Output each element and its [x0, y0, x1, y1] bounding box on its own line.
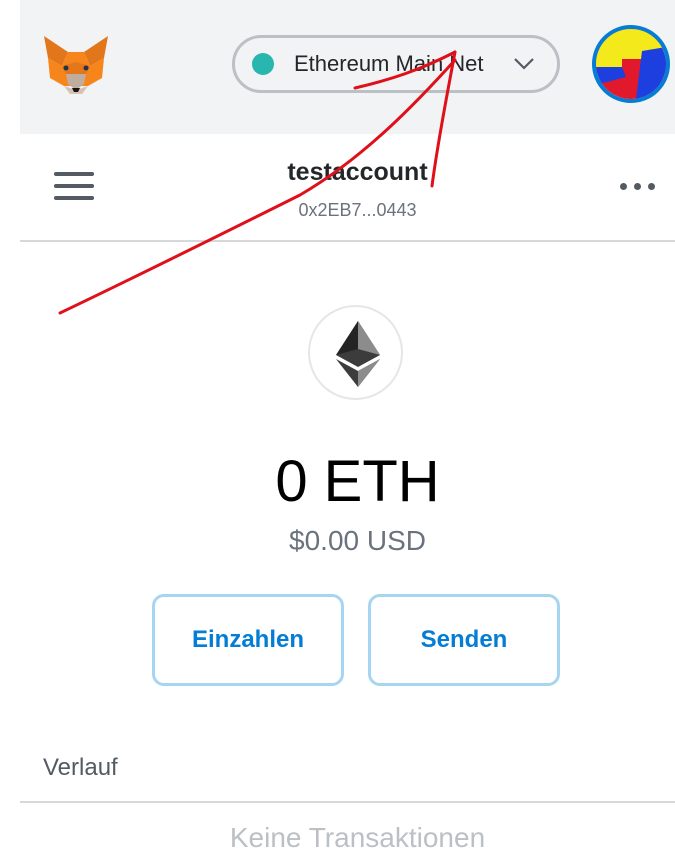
usd-balance: $0.00 USD [289, 525, 426, 556]
account-address[interactable]: 0x2EB7...0443 [0, 200, 675, 221]
header-divider [20, 240, 675, 242]
more-options-icon[interactable] [620, 183, 655, 190]
metamask-fox-icon[interactable] [42, 34, 110, 96]
deposit-button[interactable]: Einzahlen [152, 594, 344, 686]
no-transactions-text: Keine Transaktionen [229, 822, 486, 853]
chevron-down-icon [514, 58, 534, 70]
account-name[interactable]: testaccount [0, 158, 675, 187]
history-title: Verlauf [43, 754, 118, 781]
history-divider [20, 801, 675, 803]
send-button[interactable]: Senden [368, 594, 560, 686]
network-name: Ethereum Main Net [294, 51, 484, 76]
network-selector[interactable]: Ethereum Main Net [232, 35, 560, 93]
ethereum-icon [308, 305, 403, 400]
network-status-dot [252, 53, 274, 75]
eth-balance: 0 ETH [275, 449, 440, 514]
account-avatar[interactable] [592, 25, 670, 103]
